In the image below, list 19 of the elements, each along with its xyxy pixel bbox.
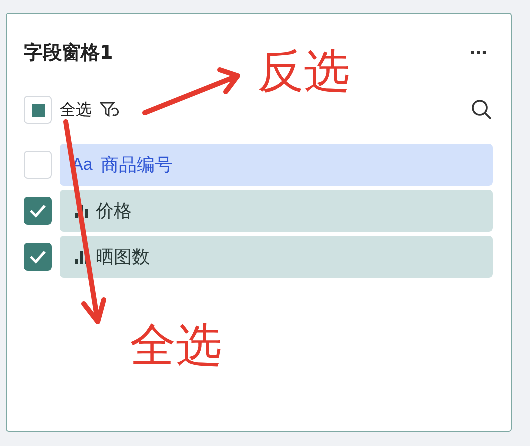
field-checkbox[interactable]	[24, 243, 52, 271]
select-all-label: 全选	[60, 100, 92, 120]
annotation-text: 反选	[258, 48, 350, 94]
check-icon	[29, 204, 47, 218]
pane-title: 字段窗格1	[24, 41, 114, 66]
select-all-checkbox[interactable]	[24, 96, 52, 124]
check-icon	[29, 250, 47, 264]
annotation-text: 全选	[130, 322, 222, 368]
field-item[interactable]: 价格	[60, 190, 493, 232]
filter-undo-icon[interactable]	[100, 101, 120, 119]
field-checkbox[interactable]	[24, 197, 52, 225]
bar-chart-icon	[75, 250, 88, 264]
field-item[interactable]: 晒图数	[60, 236, 493, 278]
bar-chart-icon	[75, 204, 88, 218]
more-menu[interactable]: ···	[469, 42, 493, 64]
search-icon[interactable]	[471, 99, 493, 121]
field-name: 晒图数	[96, 246, 150, 269]
field-name: 商品编号	[100, 154, 173, 177]
field-name: 价格	[96, 200, 132, 223]
